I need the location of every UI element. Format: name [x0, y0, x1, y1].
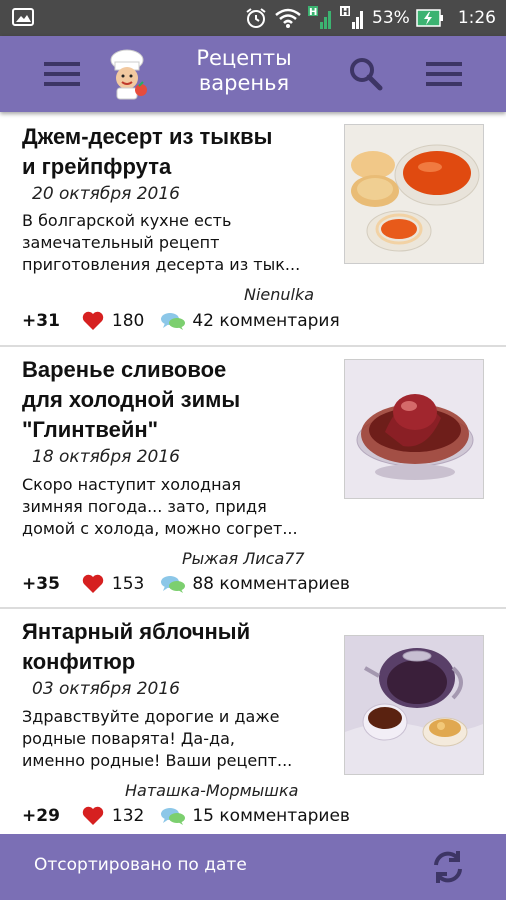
- battery-charging-icon: [416, 9, 443, 27]
- comments-icon: [161, 808, 186, 825]
- comments-icon: [161, 313, 186, 330]
- sort-label[interactable]: Отсортировано по дате: [34, 855, 247, 875]
- recipe-stats: +35 153 88 комментариев: [22, 572, 350, 596]
- pumpkin-jam-photo: [345, 125, 483, 263]
- app-title-line1: Рецепты: [196, 46, 292, 70]
- recipe-description: Скоро наступит холодная зимняя погода...…: [22, 474, 332, 540]
- app-bar: Рецепты варенья: [0, 36, 506, 112]
- recipe-title-line: и грейпфрута: [22, 154, 172, 179]
- signal-h-icon: H: [308, 6, 332, 29]
- battery-percent: 53%: [372, 8, 410, 28]
- alarm-icon: [246, 8, 266, 28]
- recipe-score: +29: [22, 806, 60, 826]
- recipe-title[interactable]: Джем-десерт из тыквы и грейпфрута: [22, 122, 328, 182]
- status-bar: H H 53% 1:26: [0, 0, 506, 36]
- recipe-likes: 153: [111, 574, 145, 594]
- recipe-description: В болгарской кухне есть замечательный ре…: [22, 210, 332, 276]
- refresh-button[interactable]: [428, 847, 468, 887]
- recipe-image[interactable]: [344, 635, 484, 775]
- recipe-description-line: домой с холода, можно согрет...: [22, 519, 298, 538]
- signal-icon: H: [340, 6, 364, 29]
- recipe-description-line: Здравствуйте дорогие и даже: [22, 707, 280, 726]
- recipe-title-line: для холодной зимы: [22, 387, 241, 412]
- recipe-score: +31: [22, 311, 60, 331]
- recipe-score: +35: [22, 574, 60, 594]
- status-time: 1:26: [457, 8, 496, 28]
- chef-logo-icon: [110, 49, 147, 100]
- recipe-title-line: Джем-десерт из тыквы: [22, 124, 273, 149]
- recipe-description-line: именно родные! Ваши рецепт...: [22, 751, 293, 770]
- recipe-description-line: Скоро наступит холодная: [22, 475, 241, 494]
- heart-icon: [82, 311, 104, 330]
- recipe-title[interactable]: Варенье сливовое для холодной зимы "Глин…: [22, 355, 328, 445]
- recipe-description-line: родные поварята! Да-да,: [22, 729, 235, 748]
- recipe-likes: 132: [111, 806, 145, 826]
- recipe-title-line: "Глинтвейн": [22, 417, 159, 442]
- recipe-date: 03 октября 2016: [32, 679, 181, 699]
- recipe-image[interactable]: [344, 124, 484, 264]
- search-button[interactable]: [346, 54, 386, 94]
- overflow-menu-button[interactable]: [424, 54, 464, 94]
- drawer-menu-button[interactable]: [42, 54, 82, 94]
- recipe-title[interactable]: Янтарный яблочный конфитюр: [22, 617, 328, 677]
- recipe-likes: 180: [111, 311, 145, 331]
- heart-icon: [82, 574, 104, 593]
- recipe-stats: +29 132 15 комментариев: [22, 804, 350, 828]
- recipe-title-line: Варенье сливовое: [22, 357, 227, 382]
- svg-text:H: H: [341, 7, 349, 18]
- app-title: Рецепты варенья: [175, 46, 313, 96]
- app-logo[interactable]: [103, 48, 151, 100]
- apple-confiture-photo: [345, 636, 483, 774]
- app-title-line2: варенья: [198, 71, 290, 95]
- recipe-author[interactable]: Nienulka: [244, 285, 314, 304]
- recipe-description-line: замечательный рецепт: [22, 233, 220, 252]
- recipe-description: Здравствуйте дорогие и даже родные повар…: [22, 706, 332, 772]
- recipe-card[interactable]: Варенье сливовое для холодной зимы "Глин…: [0, 347, 506, 609]
- comments-icon: [161, 576, 186, 593]
- drawer-menu-icon: [44, 62, 80, 86]
- recipe-author[interactable]: Наташка-Мормышка: [125, 781, 298, 800]
- search-icon: [350, 58, 383, 91]
- recipe-title-line: конфитюр: [22, 649, 136, 674]
- svg-text:H: H: [309, 7, 317, 18]
- recipe-image[interactable]: [344, 359, 484, 499]
- recipe-comments[interactable]: 42 комментария: [192, 311, 339, 331]
- recipe-description-line: приготовления десерта из тык...: [22, 255, 301, 274]
- image-notification-icon: [12, 8, 34, 26]
- refresh-icon: [434, 851, 462, 883]
- recipe-date: 20 октября 2016: [32, 184, 181, 204]
- recipe-comments[interactable]: 15 комментариев: [192, 806, 350, 826]
- recipe-card[interactable]: Янтарный яблочный конфитюр 03 октября 20…: [0, 609, 506, 834]
- recipe-stats: +31 180 42 комментария: [22, 309, 340, 333]
- heart-icon: [82, 806, 104, 825]
- recipe-description-line: В болгарской кухне есть: [22, 211, 232, 230]
- recipe-title-line: Янтарный яблочный: [22, 619, 251, 644]
- recipe-card[interactable]: Джем-десерт из тыквы и грейпфрута 20 окт…: [0, 112, 506, 347]
- plum-jam-photo: [345, 360, 483, 498]
- recipe-description-line: зимняя погода... зато, придя: [22, 497, 267, 516]
- bottom-bar: Отсортировано по дате: [0, 834, 506, 900]
- recipe-comments[interactable]: 88 комментариев: [192, 574, 350, 594]
- wifi-icon: [275, 8, 301, 28]
- overflow-menu-icon: [426, 62, 462, 86]
- recipe-date: 18 октября 2016: [32, 447, 181, 467]
- recipe-author[interactable]: Рыжая Лиса77: [182, 549, 305, 568]
